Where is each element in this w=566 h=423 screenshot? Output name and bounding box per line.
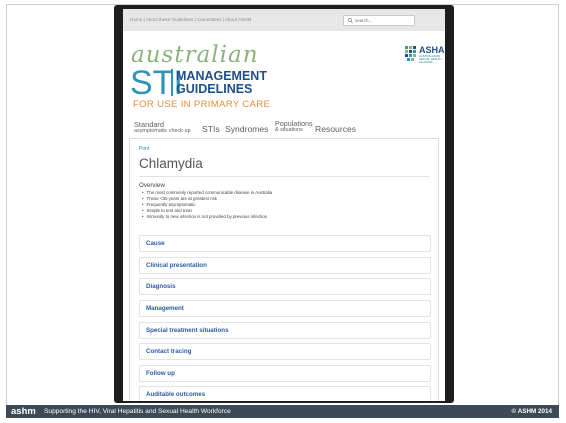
overview-list: The most commonly reported communicable …	[142, 190, 273, 220]
nav-standard-line2: asymptomatic check-up	[134, 128, 191, 134]
section-label: Cause	[146, 240, 165, 247]
asha-logo[interactable]: ASHA AUSTRALASIAN SEXUAL HEALTH ALLIANCE	[404, 45, 445, 69]
footer-tagline: Supporting the HIV, Viral Hepatitis and …	[44, 407, 231, 415]
logo-divider	[171, 69, 173, 96]
section-label: Clinical presentation	[146, 262, 207, 269]
overview-item: Immunity to new infection is not provide…	[142, 214, 272, 220]
search-icon	[348, 18, 353, 24]
top-bar: Home | About these Guidelines | Committe…	[123, 9, 445, 31]
section-label: Special treatment situations	[146, 327, 229, 334]
section-special-treatment[interactable]: Special treatment situations	[139, 322, 431, 339]
nav-stis[interactable]: STIs	[202, 124, 220, 134]
nav-resources[interactable]: Resources	[315, 124, 356, 134]
section-clinical-presentation[interactable]: Clinical presentation	[139, 257, 431, 274]
logo-management-guidelines: MANAGEMENT GUIDELINES	[176, 70, 267, 96]
section-diagnosis[interactable]: Diagnosis	[139, 278, 431, 295]
content-panel: Print Chlamydia Overview The most common…	[129, 138, 439, 401]
main-nav: Standard asymptomatic check-up STIs Synd…	[129, 119, 439, 139]
section-label: Auditable outcomes	[146, 391, 206, 398]
section-cause[interactable]: Cause	[139, 235, 431, 252]
footer-copyright: © ASHM 2014	[511, 408, 552, 415]
tablet-frame: Home | About these Guidelines | Committe…	[114, 5, 454, 403]
search-box[interactable]	[343, 15, 415, 26]
logo-subtitle: FOR USE IN PRIMARY CARE	[133, 99, 271, 110]
title-divider	[139, 176, 429, 177]
section-label: Contact tracing	[146, 348, 192, 355]
page-title: Chlamydia	[139, 156, 203, 171]
slide-footer: ashm Supporting the HIV, Viral Hepatitis…	[6, 405, 559, 418]
top-links[interactable]: Home | About these Guidelines | Committe…	[130, 17, 251, 22]
section-auditable-outcomes[interactable]: Auditable outcomes	[139, 386, 431, 401]
section-follow-up[interactable]: Follow up	[139, 365, 431, 382]
asha-emblem-icon	[405, 46, 416, 61]
logo-sti: STI	[130, 64, 183, 102]
section-management[interactable]: Management	[139, 300, 431, 317]
section-contact-tracing[interactable]: Contact tracing	[139, 343, 431, 360]
logo-guidelines: GUIDELINES	[176, 82, 253, 96]
section-label: Follow up	[146, 370, 175, 377]
nav-standard-checkup[interactable]: Standard asymptomatic check-up	[134, 121, 191, 134]
footer-brand: ashm	[11, 406, 36, 417]
section-label: Management	[146, 305, 184, 312]
browser-screen: Home | About these Guidelines | Committe…	[123, 9, 445, 401]
overview-heading: Overview	[139, 182, 165, 189]
print-link[interactable]: Print	[139, 146, 149, 152]
section-label: Diagnosis	[146, 283, 176, 290]
nav-syndromes[interactable]: Syndromes	[225, 124, 268, 134]
nav-populations[interactable]: Populations & situations	[275, 120, 313, 133]
search-input[interactable]	[355, 16, 413, 25]
asha-subtitle: AUSTRALASIAN SEXUAL HEALTH ALLIANCE	[419, 54, 442, 64]
